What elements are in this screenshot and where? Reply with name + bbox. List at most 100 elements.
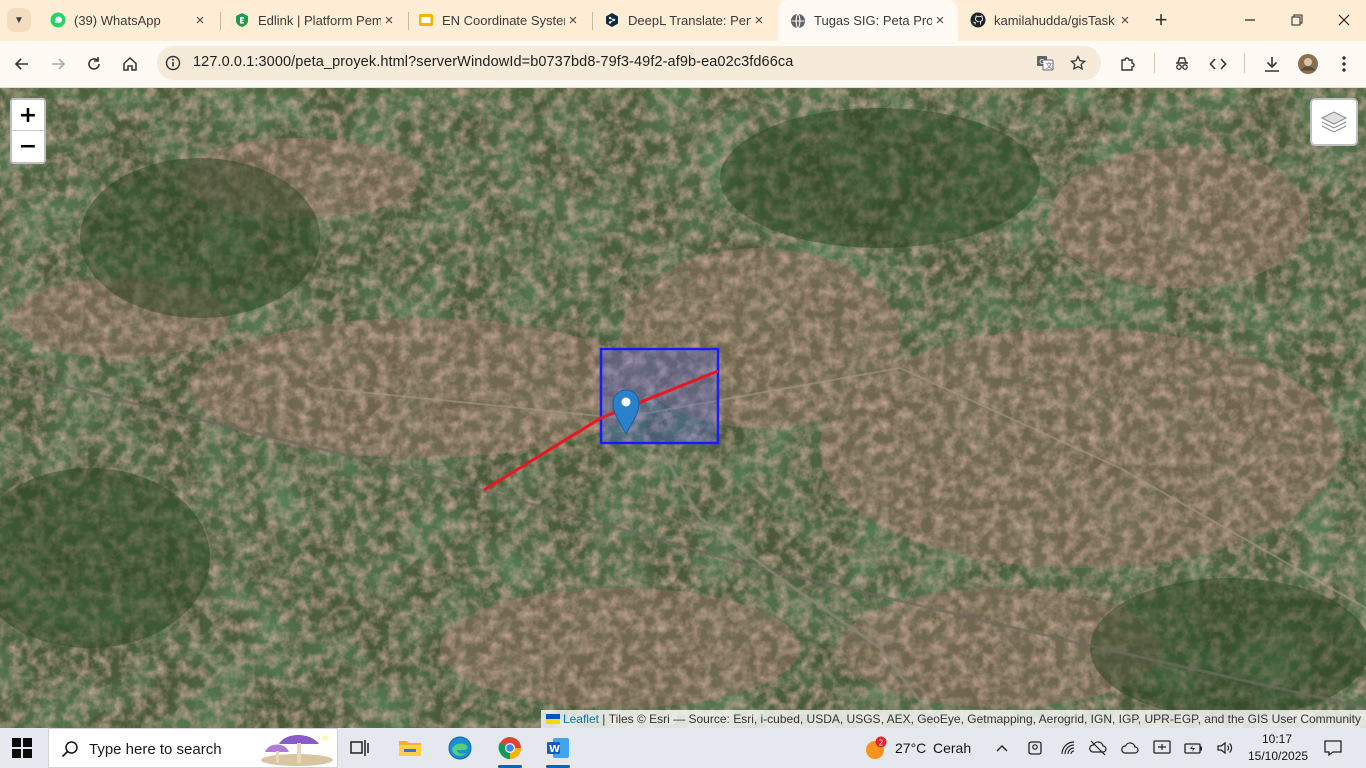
satellite-imagery: [0, 88, 1366, 728]
reload-button[interactable]: [82, 52, 106, 76]
restore-icon: [1291, 14, 1303, 26]
speaker-icon: [1217, 741, 1233, 755]
zoom-out-button[interactable]: −: [12, 130, 44, 161]
meet-now-tray[interactable]: [1025, 738, 1045, 758]
translate-icon: G文: [1037, 56, 1054, 71]
tab-title: Edlink | Platform Pem: [258, 12, 381, 28]
show-hidden-icons-button[interactable]: [992, 738, 1012, 758]
browser-toolbar: 127.0.0.1:3000/peta_proyek.html?serverWi…: [0, 41, 1366, 88]
back-button[interactable]: [10, 52, 34, 76]
task-view-button[interactable]: [340, 732, 380, 764]
home-button[interactable]: [118, 52, 142, 76]
globe-icon: [791, 13, 805, 28]
chrome-button[interactable]: [490, 732, 530, 768]
tab-whatsapp[interactable]: (39) WhatsApp ×: [38, 6, 218, 34]
tab-github[interactable]: kamilahudda/gisTask ×: [958, 6, 1143, 34]
tab-search-button[interactable]: ▼: [7, 8, 31, 32]
weather-temp[interactable]: 27°C: [895, 740, 926, 756]
new-tab-button[interactable]: +: [1149, 9, 1173, 33]
close-icon[interactable]: ×: [381, 12, 397, 29]
close-icon[interactable]: ×: [932, 12, 948, 29]
ukraine-flag-icon: [545, 714, 560, 724]
download-icon: [1265, 57, 1279, 72]
info-icon[interactable]: [165, 55, 181, 71]
notification-icon: [1324, 740, 1342, 757]
weather-badge: 2: [878, 738, 883, 747]
address-bar[interactable]: 127.0.0.1:3000/peta_proyek.html?serverWi…: [157, 46, 1101, 80]
cloud-tray[interactable]: [1120, 738, 1140, 758]
close-icon[interactable]: ×: [192, 12, 208, 29]
tab-tugas-sig[interactable]: Tugas SIG: Peta Proye ×: [778, 0, 958, 41]
tab-strip: ▼ (39) WhatsApp × Edlink | Platform Pem …: [0, 0, 1366, 41]
tab-title: (39) WhatsApp: [74, 12, 161, 28]
camera-icon: [1028, 741, 1042, 755]
close-icon[interactable]: ×: [565, 12, 581, 29]
close-icon[interactable]: ×: [1117, 12, 1133, 29]
leaflet-link[interactable]: Leaflet: [563, 712, 599, 726]
weather-sun-icon: 2: [866, 736, 887, 759]
search-highlight-image: [261, 735, 333, 766]
translate-button[interactable]: G文: [1033, 51, 1057, 75]
word-button[interactable]: W: [538, 732, 578, 768]
windows-start-button[interactable]: [12, 738, 32, 758]
home-icon: [123, 56, 137, 71]
word-icon: W: [547, 738, 569, 758]
github-icon: [970, 12, 986, 28]
battery-tray[interactable]: [1184, 738, 1204, 758]
taskbar-search-box[interactable]: Type here to search: [48, 728, 338, 768]
tab-coordinate-system[interactable]: EN Coordinate Systen ×: [406, 6, 591, 34]
map-view[interactable]: + − Leaflet | Tiles © Esri — Source: Esr…: [0, 88, 1366, 728]
app-tray[interactable]: [1152, 738, 1172, 758]
weather-condition[interactable]: Cerah: [933, 740, 971, 756]
deepl-icon: [606, 13, 618, 27]
monitor-icon: [1153, 740, 1171, 754]
extensions-button[interactable]: [1116, 52, 1140, 76]
file-explorer-button[interactable]: [390, 732, 430, 764]
edge-icon: [448, 736, 472, 760]
folder-icon: [399, 741, 421, 756]
attribution-separator: |: [598, 712, 609, 726]
notifications-button[interactable]: [1323, 738, 1343, 758]
edge-button[interactable]: [440, 732, 480, 764]
clock-date[interactable]: 15/10/2025: [1248, 749, 1308, 763]
tab-deepl[interactable]: DeepL Translate: Pen ×: [592, 6, 777, 34]
search-icon: [61, 741, 78, 758]
map-attribution: Leaflet | Tiles © Esri — Source: Esri, i…: [540, 710, 1366, 728]
svg-text:W: W: [549, 744, 560, 755]
zoom-in-button[interactable]: +: [12, 100, 44, 130]
restore-button[interactable]: [1283, 8, 1311, 32]
star-icon: [1070, 55, 1086, 71]
svg-text:G: G: [1039, 58, 1044, 66]
attribution-text: Tiles © Esri — Source: Esri, i-cubed, US…: [608, 712, 1361, 726]
chevron-down-icon: ▼: [14, 14, 24, 26]
tab-edlink[interactable]: Edlink | Platform Pem ×: [222, 6, 407, 34]
avatar: [1298, 54, 1318, 74]
puzzle-icon: [1121, 57, 1135, 71]
close-icon: [1338, 14, 1350, 26]
wifi-icon: [1061, 741, 1075, 755]
reload-icon: [88, 57, 100, 70]
windows-taskbar: Type here to search W 2 27°C Cerah 10:17…: [0, 728, 1366, 768]
cloud-off-icon: [1089, 740, 1107, 756]
bookmark-button[interactable]: [1066, 51, 1090, 75]
layers-control[interactable]: [1310, 98, 1358, 146]
close-window-button[interactable]: [1330, 8, 1358, 32]
profile-button[interactable]: [1296, 52, 1320, 76]
whatsapp-icon: [50, 12, 66, 28]
url-text[interactable]: 127.0.0.1:3000/peta_proyek.html?serverWi…: [193, 54, 793, 70]
devtools-button[interactable]: [1206, 52, 1230, 76]
chrome-icon: [498, 737, 521, 759]
code-icon: [1209, 58, 1227, 70]
arrow-left-icon: [14, 58, 28, 70]
chevron-up-icon: [996, 745, 1008, 752]
onedrive-tray[interactable]: [1088, 738, 1108, 758]
forward-button[interactable]: [46, 52, 70, 76]
minimize-button[interactable]: [1236, 8, 1264, 32]
volume-tray[interactable]: [1215, 738, 1235, 758]
close-icon[interactable]: ×: [751, 12, 767, 29]
downloads-button[interactable]: [1260, 52, 1284, 76]
network-tray[interactable]: [1058, 738, 1078, 758]
clock-time[interactable]: 10:17: [1262, 732, 1292, 746]
menu-button[interactable]: [1332, 52, 1356, 76]
incognito-button[interactable]: [1170, 52, 1194, 76]
